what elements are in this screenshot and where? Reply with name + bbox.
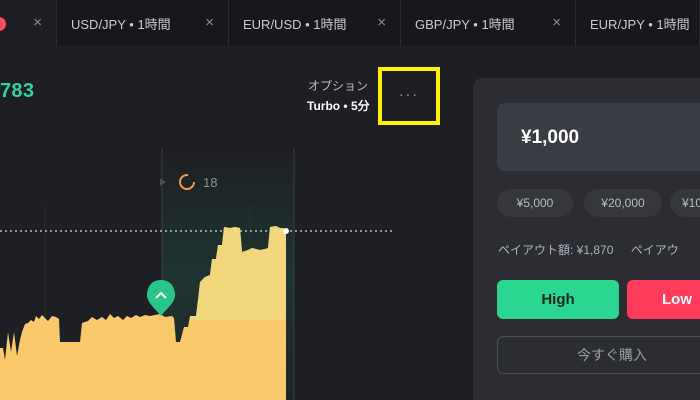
tab-label: EUR/USD • 1時間 <box>243 16 347 32</box>
low-button[interactable]: Low <box>627 280 700 319</box>
close-icon[interactable]: × <box>205 15 214 30</box>
price-chart[interactable]: 18 <box>0 120 470 400</box>
more-options-button[interactable]: ··· <box>378 67 440 125</box>
current-price-dot <box>283 228 289 234</box>
tab-eur-usd[interactable]: EUR/USD • 1時間 × <box>229 0 401 46</box>
preset-20000[interactable]: ¥20,000 <box>584 189 662 217</box>
preset-5000[interactable]: ¥5,000 <box>497 189 573 217</box>
current-price: 783 <box>0 80 35 102</box>
high-button[interactable]: High <box>497 280 619 319</box>
tab-eur-jpy[interactable]: EUR/JPY • 1時間 <box>576 0 700 46</box>
buy-now-button[interactable]: 今すぐ購入 <box>497 336 700 374</box>
ellipsis-icon: ··· <box>399 86 419 102</box>
tab-current-asset[interactable]: × <box>0 0 57 46</box>
trade-panel: ¥1,000 ¥5,000 ¥20,000 ¥10 ペイアウト額: ¥1,870… <box>473 78 700 400</box>
tab-label: GBP/JPY • 1時間 <box>415 16 515 32</box>
tab-label: USD/JPY • 1時間 <box>71 16 171 32</box>
close-icon[interactable]: × <box>377 15 386 30</box>
countdown-value: 18 <box>203 175 217 190</box>
option-type-label: オプション <box>308 79 369 93</box>
payout-text: ペイアウト額: ¥1,870 <box>498 243 614 257</box>
close-icon[interactable]: × <box>33 15 42 30</box>
option-type-value[interactable]: Turbo • 5分 <box>307 97 370 114</box>
preset-100000[interactable]: ¥10 <box>670 189 700 217</box>
amount-value: ¥1,000 <box>521 127 580 148</box>
payout-amount: ペイアウト額: ¥1,870 ペイアウ <box>498 241 679 258</box>
asset-flag-icon <box>0 17 6 31</box>
amount-input[interactable]: ¥1,000 <box>497 103 700 171</box>
tab-gbp-jpy[interactable]: GBP/JPY • 1時間 × <box>401 0 576 46</box>
asset-tab-bar: × USD/JPY • 1時間 × EUR/USD • 1時間 × GBP/JP… <box>0 0 700 46</box>
tab-usd-jpy[interactable]: USD/JPY • 1時間 × <box>57 0 229 46</box>
payout-rate-text: ペイアウ <box>630 243 679 257</box>
tab-label: EUR/JPY • 1時間 <box>590 16 690 32</box>
trading-app: × USD/JPY • 1時間 × EUR/USD • 1時間 × GBP/JP… <box>0 0 700 400</box>
close-icon[interactable]: × <box>552 15 561 30</box>
